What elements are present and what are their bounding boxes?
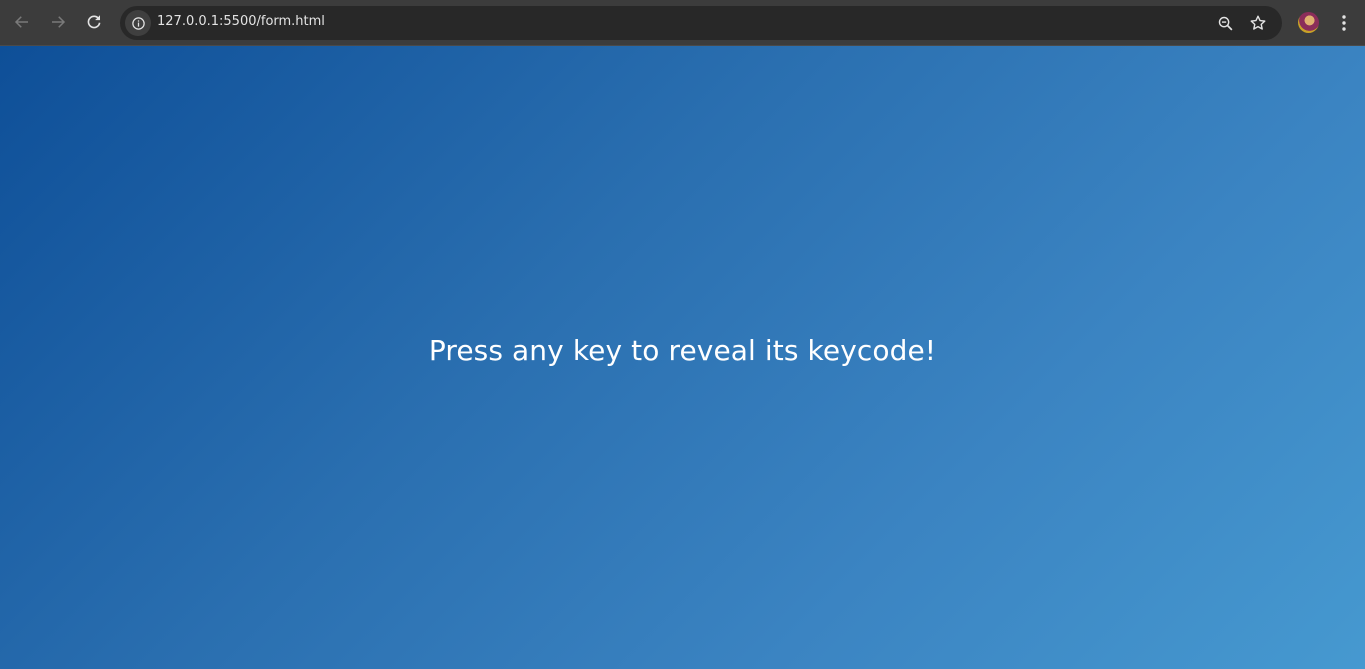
zoom-button[interactable]	[1214, 12, 1236, 34]
zoom-out-icon	[1218, 16, 1232, 30]
arrow-right-icon	[52, 16, 66, 28]
browser-toolbar: 127.0.0.1:5500/form.html	[0, 0, 1365, 46]
instruction-message: Press any key to reveal its keycode!	[428, 333, 937, 367]
reload-icon	[87, 15, 101, 29]
info-icon	[131, 16, 145, 30]
address-bar[interactable]: 127.0.0.1:5500/form.html	[120, 6, 1282, 40]
profile-avatar[interactable]	[1298, 12, 1319, 33]
forward-button[interactable]	[43, 7, 73, 37]
bookmark-button[interactable]	[1247, 12, 1269, 34]
kebab-menu-icon	[1342, 15, 1346, 31]
site-info-button[interactable]	[125, 10, 151, 36]
browser-menu-button[interactable]	[1332, 9, 1356, 37]
back-button[interactable]	[7, 7, 37, 37]
page-content: Press any key to reveal its keycode!	[0, 46, 1365, 669]
reload-button[interactable]	[79, 7, 109, 37]
star-icon	[1250, 15, 1266, 30]
arrow-left-icon	[14, 16, 28, 28]
url-text[interactable]: 127.0.0.1:5500/form.html	[157, 14, 325, 29]
